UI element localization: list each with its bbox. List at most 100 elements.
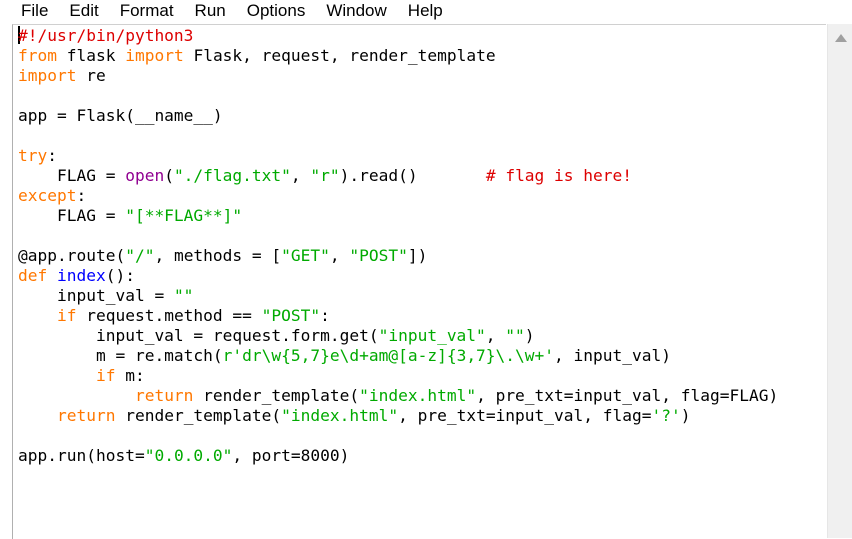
code-token: #!/usr/bin/python3 — [18, 26, 194, 45]
code-token: "POST" — [261, 306, 321, 325]
code-token: import — [18, 66, 77, 85]
code-token: Flask, request, render_template — [183, 46, 496, 65]
code-token: if — [95, 366, 116, 385]
code-token: render_template( — [115, 406, 282, 425]
code-token: app.run(host= — [18, 446, 145, 465]
code-line: app.run(host="0.0.0.0", port=8000) — [18, 446, 778, 466]
menu-options[interactable]: Options — [247, 0, 306, 22]
code-token: "index.html" — [281, 406, 399, 425]
code-line: FLAG = open("./flag.txt", "r").read() # … — [18, 166, 778, 186]
code-line: if m: — [18, 366, 778, 386]
code-token: , — [290, 166, 311, 185]
code-token: "input_val" — [378, 326, 486, 345]
code-token: except — [18, 186, 77, 205]
code-token: from — [18, 46, 57, 65]
code-token: def — [18, 266, 48, 285]
code-line: input_val = "" — [18, 286, 778, 306]
code-token: "" — [505, 326, 525, 345]
code-token: : — [320, 306, 330, 325]
code-line: #!/usr/bin/python3 — [18, 26, 778, 46]
code-line: input_val = request.form.get("input_val"… — [18, 326, 778, 346]
code-token: flask — [56, 46, 126, 65]
code-token: ) — [680, 406, 691, 425]
code-line: from flask import Flask, request, render… — [18, 46, 778, 66]
code-token: , methods = [ — [154, 246, 282, 265]
code-token: ( — [164, 166, 174, 185]
code-token: "./flag.txt" — [173, 166, 291, 185]
code-token: , pre_txt=input_val, flag=FLAG) — [476, 386, 779, 405]
code-line: @app.route("/", methods = ["GET", "POST"… — [18, 246, 778, 266]
code-token: r'dr\w{5,7}e\d+am@[a-z]{3,7}\.\w+' — [222, 346, 555, 365]
code-token: # flag is here! — [485, 166, 633, 185]
arrow-up-icon — [834, 34, 847, 42]
menu-run[interactable]: Run — [195, 0, 226, 22]
code-token: FLAG = — [18, 206, 126, 225]
code-line: FLAG = "[**FLAG**]" — [18, 206, 778, 226]
code-token: , — [329, 246, 350, 265]
code-token: open — [125, 166, 165, 185]
menu-edit[interactable]: Edit — [69, 0, 98, 22]
code-token: "index.html" — [359, 386, 477, 405]
code-token: (): — [105, 266, 135, 285]
code-token: input_val = — [18, 286, 174, 305]
code-token: , — [485, 326, 506, 345]
code-line: except: — [18, 186, 778, 206]
code-token: "0.0.0.0" — [144, 446, 233, 465]
code-token: re — [76, 66, 106, 85]
code-token: "/" — [125, 246, 155, 265]
code-line: def index(): — [18, 266, 778, 286]
code-line: m = re.match(r'dr\w{5,7}e\d+am@[a-z]{3,7… — [18, 346, 778, 366]
code-token: "[**FLAG**]" — [125, 206, 243, 225]
vertical-scrollbar[interactable] — [827, 24, 852, 538]
code-line: if request.method == "POST": — [18, 306, 778, 326]
code-line: app = Flask(__name__) — [18, 106, 778, 126]
code-token: import — [125, 46, 184, 65]
code-token: '?' — [651, 406, 681, 425]
menu-help[interactable]: Help — [408, 0, 443, 22]
menu-format[interactable]: Format — [120, 0, 174, 22]
code-token: if — [56, 306, 77, 325]
code-line: import re — [18, 66, 778, 86]
menu-file[interactable]: File — [21, 0, 48, 22]
code-token: "GET" — [281, 246, 330, 265]
code-token: index — [57, 266, 106, 285]
menu-bar: File Edit Format Run Options Window Help — [0, 0, 852, 22]
code-token: , port=8000) — [232, 446, 350, 465]
code-token: "r" — [310, 166, 340, 185]
menu-window[interactable]: Window — [326, 0, 386, 22]
code-token: : — [47, 146, 57, 165]
code-token: , input_val) — [554, 346, 671, 365]
code-token: ) — [524, 326, 535, 345]
code-token: FLAG = — [18, 166, 126, 185]
code-token: m: — [115, 366, 145, 385]
code-token: m = re.match( — [18, 346, 223, 365]
code-token: "POST" — [349, 246, 408, 265]
code-token: return — [56, 406, 116, 425]
code-token: render_template( — [193, 386, 360, 405]
code-line: return render_template("index.html", pre… — [18, 386, 778, 406]
code-token: , pre_txt=input_val, flag= — [398, 406, 652, 425]
code-token: "" — [173, 286, 194, 305]
code-token: ]) — [407, 246, 428, 265]
code-token: try — [18, 146, 48, 165]
code-token: return — [134, 386, 194, 405]
code-text[interactable]: #!/usr/bin/python3 from flask import Flas… — [18, 26, 778, 466]
code-token: @app.route( — [18, 246, 126, 265]
code-token: input_val = request.form.get( — [18, 326, 379, 345]
code-token: : — [76, 186, 87, 205]
code-token: app = Flask(__name__) — [18, 106, 223, 125]
code-line: try: — [18, 146, 778, 166]
code-token: request.method == — [76, 306, 262, 325]
code-line: return render_template("index.html", pre… — [18, 406, 778, 426]
code-token: ).read() — [339, 166, 486, 185]
scroll-up-button[interactable] — [828, 24, 852, 52]
